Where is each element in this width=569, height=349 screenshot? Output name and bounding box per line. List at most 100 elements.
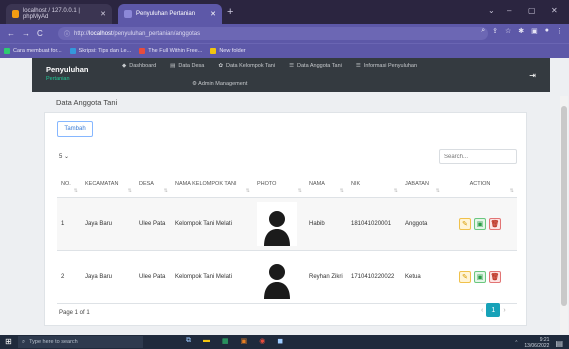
browser-tab[interactable]: localhost / 127.0.0.1 | phpMyAd ✕ — [6, 4, 112, 24]
cell-nama: Reyhan Zikri — [305, 250, 347, 304]
windows-start-icon[interactable]: ⊞ — [5, 337, 12, 346]
cell-kecamatan: Jaya Baru — [81, 197, 135, 251]
info-list-icon: ☰ — [355, 63, 361, 69]
cell-photo — [253, 250, 305, 304]
minimize-button[interactable]: – — [507, 6, 511, 15]
url-path: /penyuluhan_pertanian/anggotas — [112, 30, 201, 37]
bookmark-item[interactable]: New folder — [210, 48, 246, 54]
avatar — [257, 254, 297, 299]
browser-tab-active[interactable]: Penyuluhan Pertanian ✕ — [118, 4, 222, 24]
prev-page-button[interactable]: ‹ — [481, 307, 483, 314]
delete-button[interactable]: 🗑 — [489, 217, 501, 230]
page-button-current[interactable]: 1 — [486, 303, 501, 317]
sidebar-icon[interactable]: ▣ — [531, 27, 538, 35]
bookmark-item[interactable]: The Full Within Free... — [139, 48, 202, 54]
bookmarks-bar: Cara membuat for... Skripsi: Tips dan Le… — [0, 43, 569, 58]
url-input[interactable]: ⓘ http:// localhost /penyuluhan_pertania… — [58, 27, 488, 40]
detail-button[interactable]: ▣ — [474, 270, 486, 283]
close-tab-icon[interactable]: ✕ — [100, 10, 106, 18]
brand-title[interactable]: Penyuluhan — [46, 65, 89, 74]
bookmark-star-icon[interactable]: ☆ — [505, 27, 511, 35]
card-icon: ▣ — [476, 220, 484, 228]
menu-item-dashboard[interactable]: ◆ Dashboard — [122, 63, 156, 69]
edit-button[interactable]: ✎ — [459, 270, 471, 283]
tab-title: Penyuluhan Pertanian — [136, 11, 196, 17]
sort-icon: ⇅ — [163, 187, 168, 194]
page-length-select[interactable]: 5 ⌄ — [59, 153, 69, 160]
network-icon[interactable]: ⌃ — [514, 340, 518, 346]
scrollbar-thumb[interactable] — [561, 106, 567, 306]
next-page-button[interactable]: › — [503, 307, 505, 314]
clock[interactable]: 9:21 13/06/2022 — [524, 337, 549, 349]
task-view-icon[interactable]: ⧉ — [186, 337, 191, 345]
extensions-icon[interactable]: ✱ — [518, 27, 524, 35]
cell-nama: Habib — [305, 197, 347, 251]
cell-nik: 181041020001 — [347, 197, 401, 251]
menu-item-data-kelompok[interactable]: ✿ Data Kelompok Tani — [218, 63, 275, 69]
col-header[interactable]: NAMA ⇅ — [305, 171, 347, 198]
menu-item-informasi[interactable]: ☰ Informasi Penyuluhan — [356, 63, 417, 69]
menu-item-data-anggota[interactable]: ☰ Data Anggota Tani — [289, 63, 342, 69]
add-button[interactable]: Tambah — [57, 121, 93, 137]
forward-icon[interactable]: → — [22, 29, 30, 38]
maximize-button[interactable]: ▢ — [528, 6, 536, 15]
col-header[interactable]: ACTION ⇅ — [443, 171, 517, 198]
col-header[interactable]: NAMA KELOMPOK TANI ⇅ — [171, 171, 253, 198]
logout-icon[interactable]: ⇥ — [529, 71, 536, 80]
menu-item-admin[interactable]: ⚙ Admin Management — [192, 81, 247, 87]
delete-button[interactable]: 🗑 — [489, 270, 501, 283]
data-card: Tambah 5 ⌄ NO.⇅ KECAMATAN⇅ DESA⇅ NAMA KE… — [44, 112, 527, 326]
col-header[interactable]: JABATAN ⇅ — [401, 171, 443, 198]
url-host: localhost — [89, 30, 113, 37]
close-tab-icon[interactable]: ✕ — [210, 10, 216, 18]
close-window-button[interactable]: ✕ — [551, 6, 558, 15]
profile-avatar[interactable]: ● — [545, 27, 549, 35]
page-title: Data Anggota Tani — [56, 98, 118, 107]
sort-icon: ⇅ — [73, 187, 78, 194]
scrollbar[interactable] — [560, 96, 568, 334]
detail-button[interactable]: ▣ — [474, 217, 486, 230]
bookmark-icon — [139, 48, 146, 54]
file-explorer-icon[interactable]: ▬ — [203, 337, 210, 345]
phpmyadmin-icon — [12, 10, 19, 18]
col-header[interactable]: NIK ⇅ — [347, 171, 401, 198]
data-table: NO. ⇅ KECAMATAN ⇅ DESA ⇅ NAMA KELOMPOK TANI… — [57, 171, 517, 304]
bookmark-icon — [4, 48, 10, 54]
tab-title: localhost / 127.0.0.1 | phpMyAd — [22, 8, 80, 20]
cell-desa: Ulee Pata — [135, 197, 171, 251]
notification-icon[interactable]: ▤ — [555, 339, 563, 348]
cell-desa: Ulee Pata — [135, 250, 171, 304]
col-header[interactable]: KECAMATAN ⇅ — [81, 171, 135, 198]
new-tab-button[interactable]: + — [227, 6, 233, 18]
powerpoint-icon[interactable]: ▣ — [241, 337, 248, 345]
table-icon: ▤ — [170, 63, 176, 69]
pagination: ‹ 1 › — [481, 303, 506, 317]
sort-icon: ⇅ — [509, 187, 514, 194]
search-input[interactable] — [439, 149, 517, 164]
sort-icon: ⇅ — [297, 187, 302, 194]
col-header[interactable]: DESA ⇅ — [135, 171, 171, 198]
app-icon[interactable]: ◼ — [277, 337, 283, 345]
cell-kelompok: Kelompok Tani Melati — [171, 197, 253, 251]
sort-icon: ⇅ — [339, 187, 344, 194]
back-icon[interactable]: ← — [7, 29, 15, 38]
search-icon: ⌕ — [22, 338, 26, 345]
col-header[interactable]: NO. ⇅ — [57, 171, 81, 198]
col-header[interactable]: PHOTO ⇅ — [253, 171, 305, 198]
zoom-icon[interactable]: ⌕ — [481, 27, 485, 35]
menu-icon[interactable]: ⋮ — [556, 27, 563, 35]
share-icon[interactable]: ⇪ — [492, 27, 498, 35]
chevron-down-icon: ⌄ — [64, 154, 70, 160]
menu-item-data-desa[interactable]: ▤ Data Desa — [170, 63, 204, 69]
reload-icon[interactable]: C — [37, 29, 43, 38]
taskbar-search[interactable]: ⌕ Type here to search — [18, 336, 143, 348]
bookmark-item[interactable]: Cara membuat for... — [4, 48, 62, 54]
brand-subtitle: Pertanian — [46, 76, 70, 82]
tab-search-icon[interactable]: ⌄ — [488, 6, 495, 15]
excel-icon[interactable]: ▦ — [222, 337, 229, 345]
edit-button[interactable]: ✎ — [459, 217, 471, 230]
chrome-icon[interactable]: ◉ — [259, 337, 265, 345]
sort-icon: ⇅ — [435, 187, 440, 194]
bookmark-item[interactable]: Skripsi: Tips dan Le... — [69, 48, 131, 54]
address-bar: ← → C ⓘ http:// localhost /penyuluhan_pe… — [0, 24, 569, 43]
